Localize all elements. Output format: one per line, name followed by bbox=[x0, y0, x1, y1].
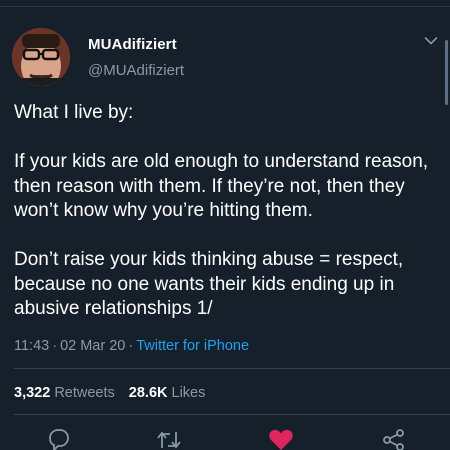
tweet-text: What I live by: If your kids are old eno… bbox=[14, 101, 439, 322]
likes-label: Likes bbox=[171, 385, 206, 401]
tweet-actions bbox=[0, 428, 450, 450]
retweets-stat[interactable]: 3,322 Retweets bbox=[14, 385, 115, 401]
tweet-time: 11:43 bbox=[14, 338, 50, 354]
reply-icon[interactable] bbox=[45, 428, 71, 450]
tweet-stats: 3,322 Retweets 28.6K Likes bbox=[14, 385, 219, 401]
retweet-icon[interactable] bbox=[156, 428, 182, 450]
likes-stat[interactable]: 28.6K Likes bbox=[129, 385, 206, 401]
tweet-date: 02 Mar 20 bbox=[60, 338, 126, 354]
tweet-meta: 11:43 · 02 Mar 20 · Twitter for iPhone bbox=[14, 338, 249, 354]
meta-separator: · bbox=[52, 338, 58, 354]
divider bbox=[14, 368, 450, 369]
meta-separator: · bbox=[128, 338, 134, 354]
divider bbox=[14, 414, 450, 415]
heart-icon[interactable] bbox=[268, 428, 294, 450]
retweets-count: 3,322 bbox=[14, 385, 51, 401]
display-name[interactable]: MUAdifiziert bbox=[88, 36, 177, 53]
top-divider bbox=[0, 0, 450, 7]
tweet-source-link[interactable]: Twitter for iPhone bbox=[136, 338, 249, 354]
tweet-paragraph: What I live by: bbox=[14, 102, 134, 123]
avatar[interactable] bbox=[12, 28, 70, 86]
retweets-label: Retweets bbox=[54, 385, 115, 401]
tweet-header: MUAdifiziert @MUAdifiziert bbox=[12, 28, 438, 88]
tweet-paragraph: If your kids are old enough to understan… bbox=[14, 151, 429, 221]
tweet-paragraph: Don’t raise your kids thinking abuse = r… bbox=[14, 249, 404, 319]
scrollbar-thumb[interactable] bbox=[445, 40, 448, 105]
user-handle[interactable]: @MUAdifiziert bbox=[88, 62, 184, 79]
chevron-down-icon[interactable] bbox=[424, 36, 438, 46]
share-icon[interactable] bbox=[381, 428, 407, 450]
likes-count: 28.6K bbox=[128, 385, 168, 401]
